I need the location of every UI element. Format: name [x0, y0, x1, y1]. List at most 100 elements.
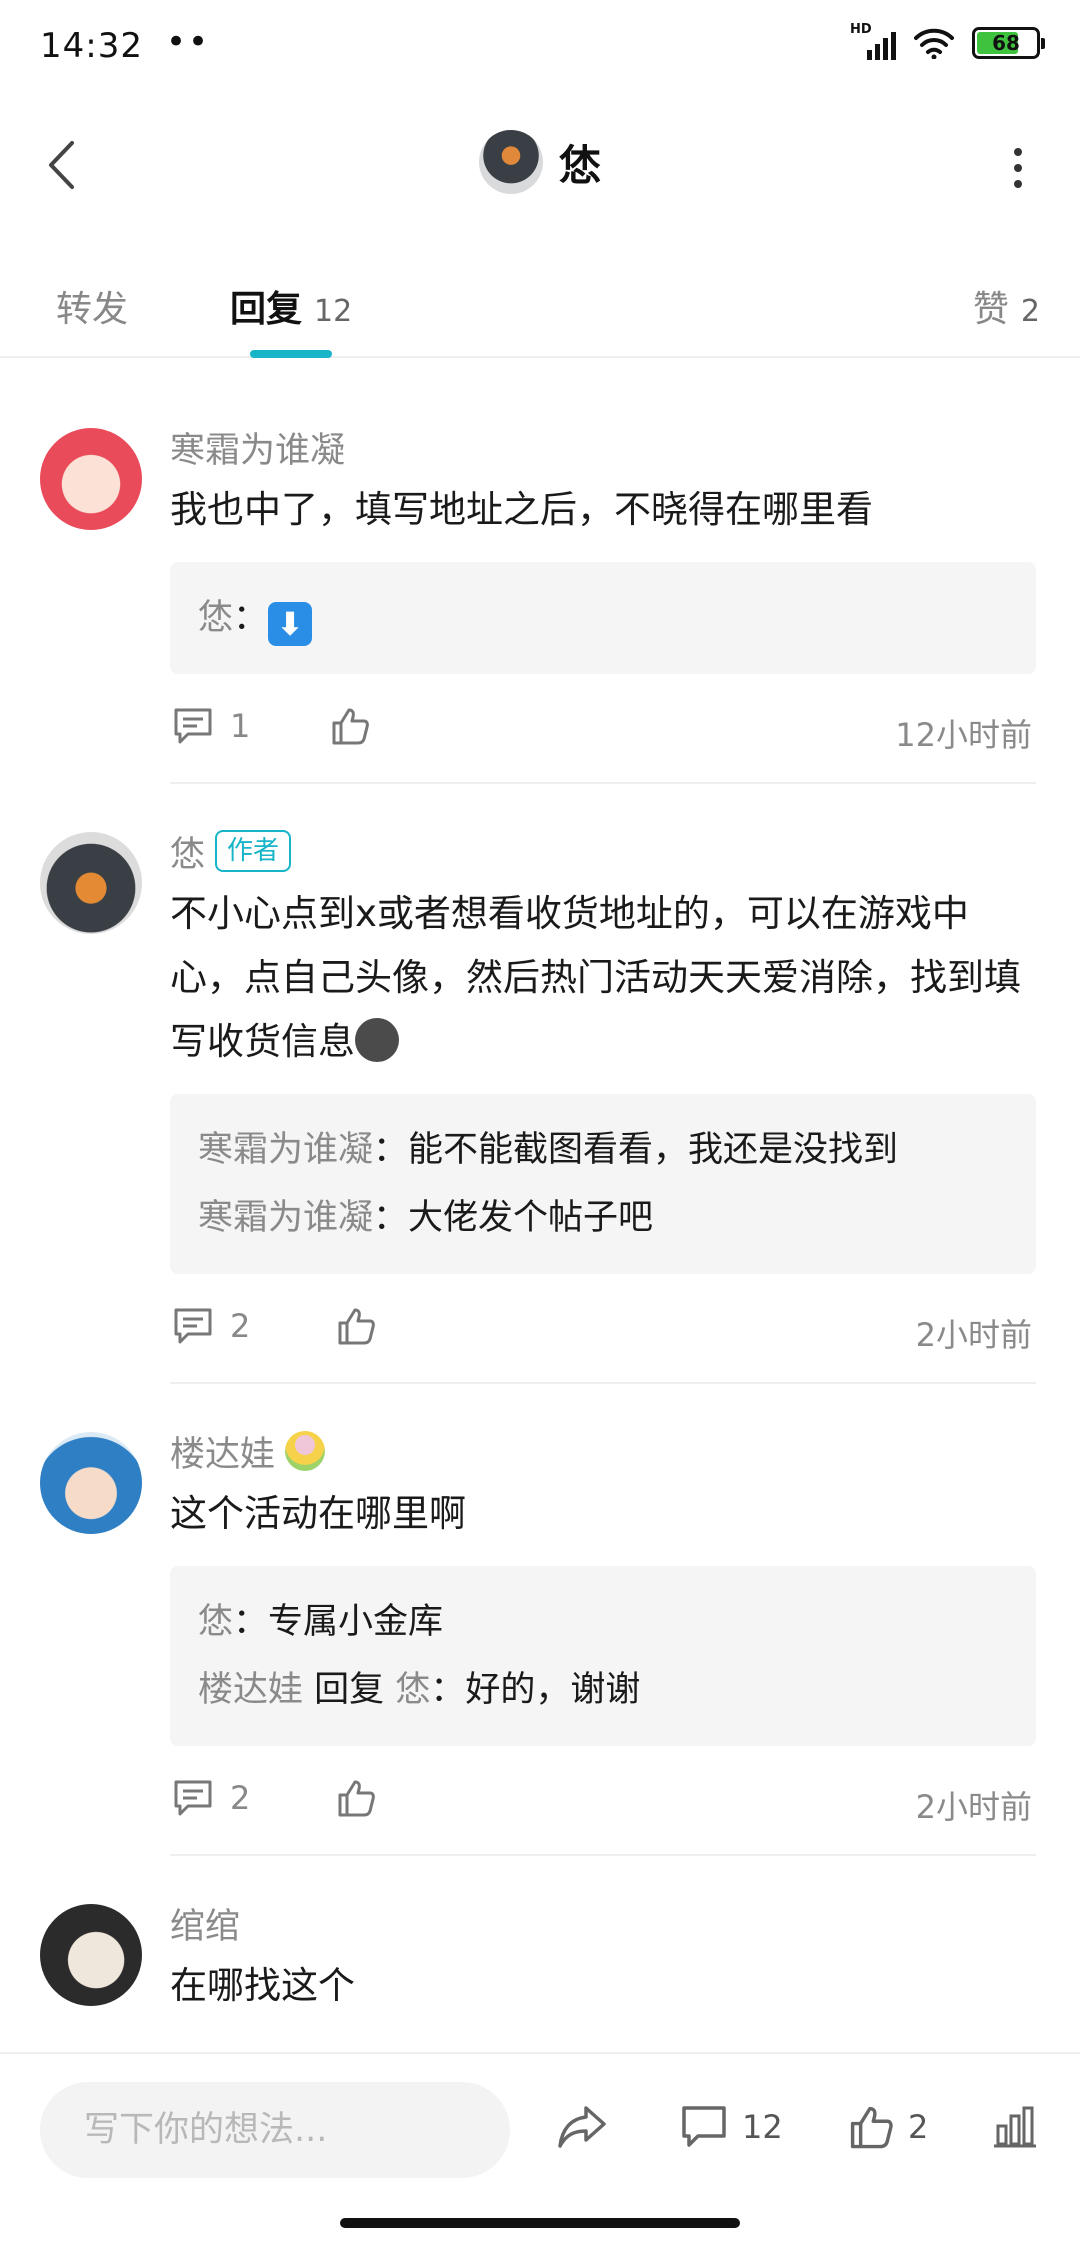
comment-input[interactable]: 写下你的想法... [40, 2082, 510, 2178]
user-badge-icon [285, 1431, 326, 1471]
thumbs-up-icon [338, 1308, 375, 1345]
comment-time: 2小时前 [915, 1316, 1032, 1354]
comment-item: 恷 作者 不小心点到x或者想看收货地址的，可以在游戏中心，点自己头像，然后热门活… [0, 784, 1080, 1384]
comment-time: 2小时前 [915, 1788, 1032, 1826]
comment-icon [174, 1780, 212, 1816]
comment-count: 12 [742, 2108, 783, 2146]
stats-button[interactable] [992, 2104, 1038, 2150]
tab-label: 转发 [56, 289, 129, 330]
more-options-button[interactable] [1008, 148, 1028, 188]
page-title: 恷 [558, 140, 601, 190]
reply-separator: ： [430, 1670, 466, 1710]
comment-icon [682, 2106, 726, 2147]
reply-text: 能不能截图看看，我还是没找到 [408, 1130, 899, 1170]
comment-author[interactable]: 绾绾 [170, 1898, 240, 1949]
wifi-icon [914, 28, 954, 59]
comment-author[interactable]: 恷 [170, 826, 205, 877]
reply-button[interactable]: 2 [172, 1306, 250, 1346]
reply-line[interactable]: 寒霜为谁凝：大佬发个帖子吧 [198, 1184, 1008, 1252]
reply-line[interactable]: 寒霜为谁凝：能不能截图看看，我还是没找到 [198, 1116, 1008, 1184]
comment-actions: 1 12小时前 [170, 674, 1036, 784]
battery-icon: 68 [972, 27, 1045, 59]
reply-text: 专属小金库 [268, 1602, 444, 1642]
tab-likes[interactable]: 赞 2 [973, 280, 1040, 332]
reply-count: 1 [230, 707, 251, 745]
share-icon [558, 2106, 606, 2148]
thumbs-up-icon [338, 1780, 375, 1817]
comment-item: 楼达娃 这个活动在哪里啊 恷：专属小金库 楼达娃 回复 恷：好的，谢谢 2 2小… [0, 1384, 1080, 1856]
comment-text-body: 不小心点到x或者想看收货地址的，可以在游戏中心，点自己头像，然后热门活动天天爱消… [170, 892, 1021, 1063]
reply-separator: ： [373, 1130, 409, 1170]
tab-label: 回复 [230, 289, 303, 330]
like-button[interactable] [336, 1306, 376, 1346]
tab-bar: 转发 回复 12 赞 2 [0, 262, 1080, 358]
comment-text[interactable]: 这个活动在哪里啊 [170, 1482, 1036, 1546]
reply-box[interactable]: 寒霜为谁凝：能不能截图看看，我还是没找到 寒霜为谁凝：大佬发个帖子吧 [170, 1094, 1036, 1274]
tab-replies[interactable]: 回复 12 [230, 280, 352, 332]
reply-author[interactable]: 寒霜为谁凝 [198, 1130, 373, 1170]
reply-separator: ： [233, 598, 269, 638]
reply-box[interactable]: 恷： ⬇ [170, 562, 1036, 674]
comment-item: 寒霜为谁凝 我也中了，填写地址之后，不晓得在哪里看 恷： ⬇ 1 12小时前 [0, 380, 1080, 784]
like-count: 2 [908, 2108, 929, 2146]
home-indicator[interactable] [340, 2218, 740, 2228]
comment-author[interactable]: 楼达娃 [170, 1426, 275, 1477]
comment-text[interactable]: 在哪找这个 [170, 1954, 1036, 2018]
bar-chart-icon [994, 2106, 1036, 2148]
tab-label: 赞 [972, 289, 1009, 330]
signal-icon: HD [850, 22, 896, 60]
tab-count: 2 [1020, 294, 1040, 329]
status-time: 14:32 [40, 26, 143, 66]
reply-count: 2 [230, 1779, 251, 1817]
reply-target[interactable]: 恷 [395, 1670, 430, 1710]
reply-text: 大佬发个帖子吧 [408, 1198, 654, 1238]
down-arrow-icon: ⬇ [268, 602, 313, 646]
thumbs-up-icon [850, 2106, 893, 2149]
reply-line[interactable]: 恷： ⬇ [198, 584, 1008, 652]
reply-separator: ： [233, 1602, 269, 1642]
comment-actions: 2 2小时前 [170, 1746, 1036, 1856]
comment-list: 寒霜为谁凝 我也中了，填写地址之后，不晓得在哪里看 恷： ⬇ 1 12小时前 恷… [0, 380, 1080, 2052]
reply-author[interactable]: 楼达娃 [198, 1670, 303, 1710]
reply-box[interactable]: 恷：专属小金库 楼达娃 回复 恷：好的，谢谢 [170, 1566, 1036, 1746]
like-button[interactable] [330, 706, 370, 746]
comment-icon [174, 1308, 212, 1344]
reply-line[interactable]: 楼达娃 回复 恷：好的，谢谢 [198, 1656, 1008, 1724]
bottom-action-bar: 写下你的想法... 12 2 [0, 2052, 1080, 2212]
comment-actions: 2 2小时前 [170, 1274, 1036, 1384]
header-user[interactable]: 恷 [0, 130, 1080, 194]
avatar[interactable] [40, 1904, 142, 2006]
reply-text: 好的，谢谢 [465, 1670, 641, 1710]
tab-repost[interactable]: 转发 [56, 280, 128, 332]
comment-text[interactable]: 我也中了，填写地址之后，不晓得在哪里看 [170, 478, 1036, 542]
avatar[interactable] [40, 832, 142, 934]
notification-dots: •• [166, 22, 211, 62]
avatar[interactable] [478, 130, 543, 194]
smirk-emoji-icon [355, 1018, 399, 1062]
comment-item: 绾绾 在哪找这个 [0, 1856, 1080, 2018]
reply-author[interactable]: 恷 [198, 1602, 233, 1642]
avatar[interactable] [40, 428, 142, 530]
reply-author[interactable]: 恷 [198, 598, 233, 638]
reply-count: 2 [230, 1307, 251, 1345]
comment-time: 12小时前 [895, 716, 1032, 754]
reply-separator: ： [373, 1198, 409, 1238]
tab-count: 12 [314, 294, 353, 329]
reply-button[interactable]: 1 [172, 706, 250, 746]
tab-active-indicator [250, 350, 332, 358]
like-button[interactable] [336, 1778, 376, 1818]
comment-author[interactable]: 寒霜为谁凝 [170, 422, 345, 473]
comment-text[interactable]: 不小心点到x或者想看收货地址的，可以在游戏中心，点自己头像，然后热门活动天天爱消… [170, 882, 1036, 1074]
like-count-button[interactable]: 2 [848, 2104, 928, 2150]
comment-count-button[interactable]: 12 [680, 2104, 783, 2150]
status-bar: 14:32 •• HD 68 [0, 0, 1080, 96]
reply-word: 回复 [314, 1670, 385, 1710]
share-button[interactable] [556, 2104, 608, 2150]
status-icons: HD 68 [850, 22, 1045, 60]
avatar[interactable] [40, 1432, 142, 1534]
battery-level: 68 [992, 31, 1020, 55]
reply-author[interactable]: 寒霜为谁凝 [198, 1198, 373, 1238]
header: 恷 [0, 96, 1080, 236]
reply-button[interactable]: 2 [172, 1778, 250, 1818]
reply-line[interactable]: 恷：专属小金库 [198, 1588, 1008, 1656]
